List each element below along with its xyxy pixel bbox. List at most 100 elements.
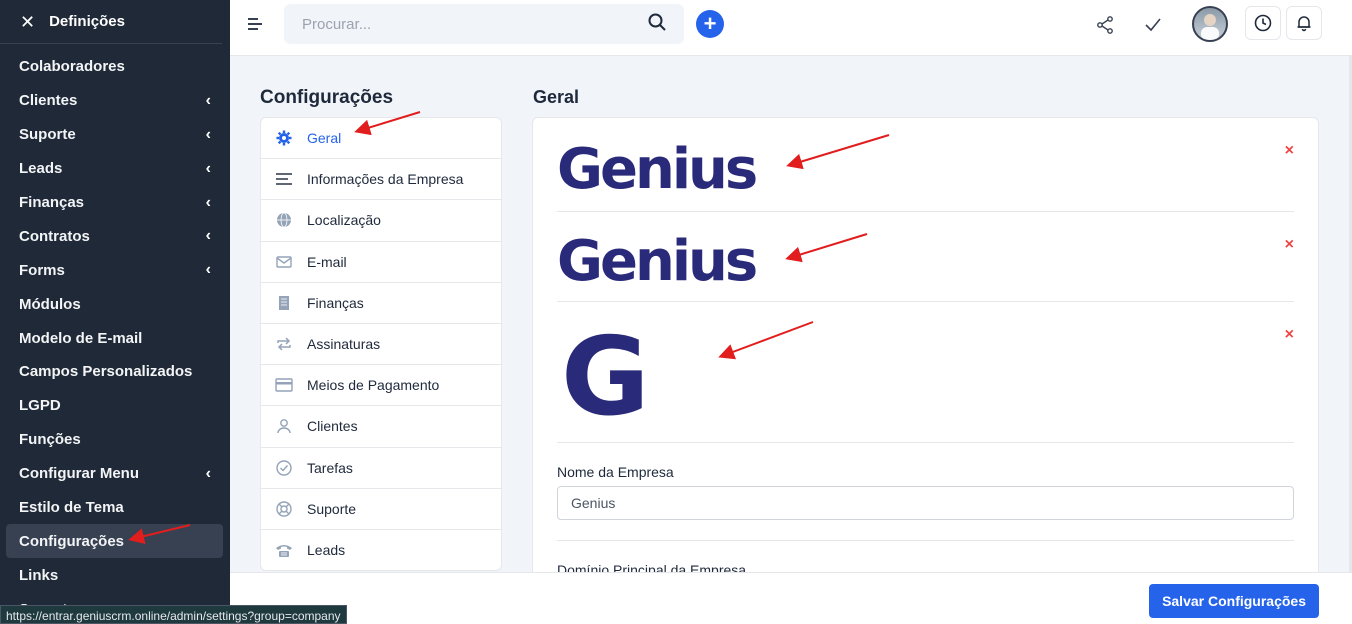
sidebar-item[interactable]: Configurar Menu ‹ <box>6 457 223 491</box>
globe-icon <box>275 211 293 229</box>
sidebar-item-label: Configurações <box>19 532 125 550</box>
sidebar-item[interactable]: Leads ‹ <box>6 152 223 186</box>
sidebar-item-label: Links <box>19 566 59 584</box>
settings-nav-item[interactable]: Assinaturas <box>261 324 501 366</box>
quick-add-button[interactable]: + <box>696 10 724 38</box>
settings-nav-item[interactable]: Meios de Pagamento <box>261 365 501 407</box>
chevron-left-icon: ‹ <box>205 261 211 279</box>
sidebar-item[interactable]: Funções <box>6 423 223 457</box>
sidebar-item-label: Configurar Menu <box>19 465 139 483</box>
sidebar-item[interactable]: Colaboradores <box>6 50 223 84</box>
general-settings-card: Genius × Genius × G × Nome da Empresa Do… <box>532 117 1319 577</box>
settings-nav: Geral Informações da Empresa Localização E-… <box>260 117 502 571</box>
remove-logo-dark-button[interactable]: × <box>1285 236 1294 254</box>
search-bar <box>284 4 684 44</box>
settings-nav-label: Suporte <box>307 500 357 517</box>
company-name-input[interactable] <box>557 486 1294 520</box>
settings-nav-item[interactable]: Leads <box>261 530 501 570</box>
settings-nav-label: Geral <box>307 130 342 147</box>
sidebar: ✕ Definições Colaboradores Clientes ‹ Supor… <box>0 0 230 624</box>
company-name-label: Nome da Empresa <box>557 464 674 480</box>
user-icon <box>275 417 293 435</box>
favicon-logo: G <box>561 315 650 440</box>
settings-nav-item[interactable]: E-mail <box>261 242 501 283</box>
sidebar-item-label: Colaboradores <box>19 58 125 76</box>
company-logo-dark: Genius <box>557 229 758 294</box>
avatar[interactable] <box>1192 6 1228 42</box>
chevron-left-icon: ‹ <box>205 464 211 482</box>
remove-favicon-button[interactable]: × <box>1285 326 1294 344</box>
chevron-left-icon: ‹ <box>205 227 211 245</box>
sidebar-item[interactable]: Módulos <box>6 287 223 321</box>
bell-icon[interactable] <box>1286 6 1322 40</box>
sidebar-menu: Colaboradores Clientes ‹ Suporte ‹ Leads ‹ Fina… <box>0 44 230 624</box>
sidebar-item-label: Estilo de Tema <box>19 499 124 517</box>
sidebar-item-label: Modelo de E-mail <box>19 329 143 347</box>
settings-nav-label: Leads <box>307 541 346 558</box>
settings-nav-label: Finanças <box>307 294 364 311</box>
settings-nav-item[interactable]: Localização <box>261 200 501 242</box>
logo-row-main: Genius × <box>557 118 1294 212</box>
sidebar-item[interactable]: Finanças ‹ <box>6 186 223 220</box>
settings-nav-label: Localização <box>307 212 381 229</box>
bottom-action-bar: Salvar Configurações <box>230 572 1352 624</box>
settings-nav-label: Tarefas <box>307 459 353 476</box>
settings-nav-label: Meios de Pagamento <box>307 377 440 394</box>
sidebar-item[interactable]: Modelo de E-mail <box>6 321 223 355</box>
remove-logo-button[interactable]: × <box>1285 142 1294 160</box>
clock-icon[interactable] <box>1245 6 1281 40</box>
chevron-left-icon: ‹ <box>205 125 211 143</box>
sidebar-item[interactable]: LGPD <box>6 389 223 423</box>
chevron-left-icon: ‹ <box>205 91 211 109</box>
sidebar-item-label: Contratos <box>19 227 90 245</box>
sidebar-item-label: LGPD <box>19 397 61 415</box>
topbar: + <box>230 0 1352 572</box>
sidebar-item[interactable]: Contratos ‹ <box>6 219 223 253</box>
chevron-left-icon: ‹ <box>205 193 211 211</box>
sidebar-item[interactable]: Suporte ‹ <box>6 118 223 152</box>
chevron-left-icon: ‹ <box>205 159 211 177</box>
sidebar-item-label: Suporte <box>19 126 76 144</box>
save-settings-button[interactable]: Salvar Configurações <box>1149 584 1319 618</box>
settings-nav-item[interactable]: Informações da Empresa <box>261 159 501 201</box>
sidebar-item-label: Campos Personalizados <box>19 363 193 381</box>
close-icon[interactable]: ✕ <box>20 13 35 31</box>
search-input[interactable] <box>302 15 648 33</box>
settings-nav-label: Informações da Empresa <box>307 171 464 188</box>
settings-nav-item[interactable]: Tarefas <box>261 448 501 489</box>
status-url: https://entrar.geniuscrm.online/admin/se… <box>0 605 347 624</box>
settings-nav-item[interactable]: Geral <box>261 118 501 160</box>
divider <box>557 540 1294 541</box>
share-icon[interactable] <box>1090 10 1120 40</box>
settings-nav-item[interactable]: Suporte <box>261 489 501 530</box>
settings-nav-label: E-mail <box>307 253 347 270</box>
sidebar-item[interactable]: Links <box>6 558 223 592</box>
phone-icon <box>275 541 293 559</box>
check-circle-icon <box>275 459 293 477</box>
settings-nav-item[interactable]: Finanças <box>261 283 501 324</box>
receipt-icon <box>275 294 293 312</box>
settings-nav-item[interactable]: Clientes <box>261 406 501 448</box>
envelope-icon <box>275 253 293 271</box>
sidebar-item-label: Funções <box>19 431 81 449</box>
check-icon[interactable] <box>1138 10 1168 40</box>
settings-title: Configurações <box>260 87 394 108</box>
sidebar-item-label: Clientes <box>19 92 78 110</box>
menu-toggle-icon[interactable] <box>248 18 262 32</box>
sidebar-item[interactable]: Configurações <box>6 524 223 559</box>
sidebar-item[interactable]: Campos Personalizados <box>6 355 223 389</box>
page-title: Geral <box>533 87 580 107</box>
company-logo: Genius <box>557 137 758 202</box>
logo-row-favicon: G × <box>557 302 1294 443</box>
search-icon[interactable] <box>648 13 666 36</box>
sidebar-item-label: Finanças <box>19 194 85 211</box>
settings-nav-label: Assinaturas <box>307 336 381 353</box>
repeat-icon <box>275 335 293 353</box>
sidebar-item[interactable]: Estilo de Tema <box>6 491 223 525</box>
logo-row-dark: Genius × <box>557 212 1294 302</box>
sidebar-header: ✕ Definições <box>0 0 222 44</box>
sidebar-item-label: Módulos <box>19 295 81 313</box>
lines-icon <box>275 170 293 188</box>
sidebar-item[interactable]: Forms ‹ <box>6 253 223 287</box>
sidebar-item[interactable]: Clientes ‹ <box>6 84 223 118</box>
